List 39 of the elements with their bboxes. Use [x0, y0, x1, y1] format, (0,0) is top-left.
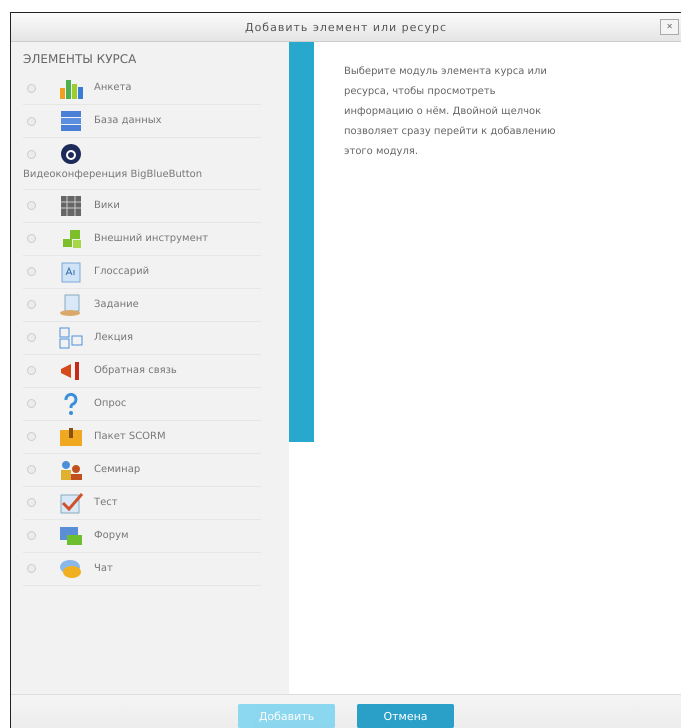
close-button[interactable]: ✕: [660, 19, 679, 35]
radio-button[interactable]: [27, 234, 36, 244]
radio-button[interactable]: [27, 399, 36, 408]
radio-button[interactable]: [27, 201, 36, 210]
module-label[interactable]: Тест: [94, 494, 118, 512]
module-label[interactable]: Глоссарий: [94, 262, 150, 281]
radio-button[interactable]: [27, 432, 36, 442]
module-label[interactable]: Внешний инструмент: [94, 230, 208, 248]
lesson-icon: [58, 326, 84, 350]
radio-button[interactable]: [27, 267, 36, 276]
module-label[interactable]: Обратная связь: [94, 362, 177, 380]
wiki-grid-icon: [58, 194, 84, 218]
checkmark-icon: [58, 490, 84, 515]
module-label[interactable]: Видеоконференция BigBlueButton: [23, 166, 202, 184]
radio-button[interactable]: [27, 564, 36, 574]
radio-button[interactable]: [27, 498, 36, 508]
module-label[interactable]: База данных: [94, 112, 162, 130]
cancel-button[interactable]: Отмена: [357, 704, 454, 728]
dialog-title: Добавить элемент или ресурс: [244, 20, 448, 34]
module-label[interactable]: Анкета: [94, 79, 132, 97]
module-label[interactable]: Вики: [94, 196, 120, 215]
module-label[interactable]: Лекция: [94, 328, 134, 347]
radio-button[interactable]: [27, 333, 36, 342]
info-text: Выберите модуль элемента курса или ресурса, чтобы просмотреть информацию о нём. Двойной щелчок позволяет сразу перейти к добавлению этого модуля.: [344, 65, 557, 159]
module-label[interactable]: Пакет SCORM: [94, 428, 166, 446]
module-label[interactable]: Чат: [94, 560, 113, 578]
database-icon: [58, 109, 84, 133]
radio-button[interactable]: [27, 366, 36, 376]
radio-button[interactable]: [27, 300, 36, 310]
radio-button[interactable]: [27, 84, 36, 92]
module-label[interactable]: Опрос: [94, 394, 126, 413]
radio-button[interactable]: [27, 531, 36, 540]
radio-button[interactable]: [27, 465, 36, 474]
radio-button[interactable]: [27, 116, 36, 126]
module-label[interactable]: Форум: [94, 526, 129, 545]
module-label[interactable]: Задание: [94, 296, 139, 314]
radio-button[interactable]: [27, 150, 36, 158]
section-heading: ЭЛЕМЕНТЫ КУРСА: [23, 52, 138, 66]
module-label[interactable]: Семинар: [94, 460, 140, 479]
